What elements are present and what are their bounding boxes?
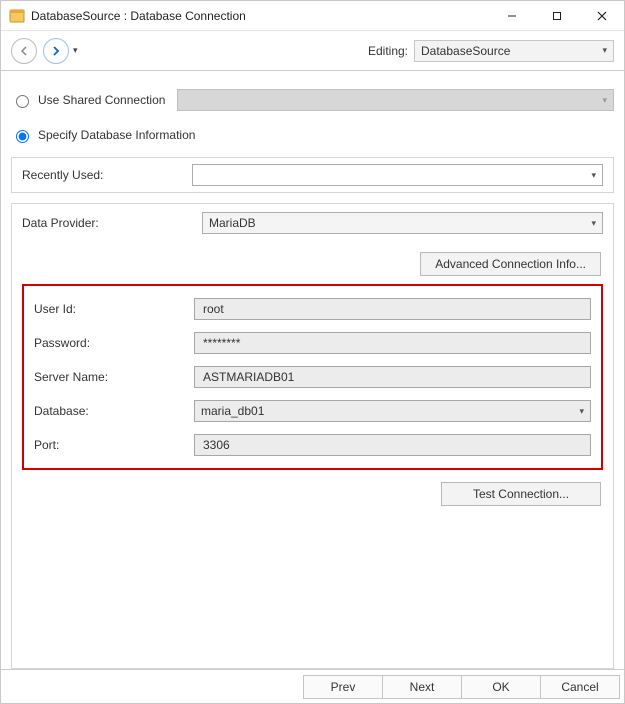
editing-combo[interactable]: DatabaseSource ▾	[414, 40, 614, 62]
shared-connection-row: Use Shared Connection ▾	[11, 89, 614, 111]
user-id-field[interactable]	[194, 298, 591, 320]
connection-fields-group: User Id: Password:	[22, 284, 603, 470]
specify-db-label: Specify Database Information	[38, 128, 195, 142]
database-combo[interactable]: maria_db01 ▾	[194, 400, 591, 422]
editing-value: DatabaseSource	[421, 44, 510, 58]
chevron-down-icon: ▾	[591, 170, 596, 181]
advanced-connection-info-button[interactable]: Advanced Connection Info...	[420, 252, 601, 276]
use-shared-connection-radio-input[interactable]	[16, 95, 29, 108]
maximize-button[interactable]	[534, 1, 579, 30]
port-input[interactable]	[201, 437, 584, 453]
database-value: maria_db01	[201, 404, 264, 418]
use-shared-connection-label: Use Shared Connection	[38, 93, 165, 107]
data-provider-section: Data Provider: MariaDB ▾ Advanced Connec…	[11, 203, 614, 669]
password-field[interactable]	[194, 332, 591, 354]
user-id-row: User Id:	[24, 292, 601, 326]
port-row: Port:	[24, 428, 601, 462]
minimize-button[interactable]	[489, 1, 534, 30]
specify-db-radio[interactable]: Specify Database Information	[11, 127, 195, 143]
recently-used-label: Recently Used:	[22, 168, 192, 182]
server-name-field[interactable]	[194, 366, 591, 388]
test-connection-button[interactable]: Test Connection...	[441, 482, 601, 506]
server-name-row: Server Name:	[24, 360, 601, 394]
titlebar: DatabaseSource : Database Connection	[1, 1, 624, 31]
specify-db-row: Specify Database Information	[11, 127, 614, 143]
dialog-window: DatabaseSource : Database Connection ▾ E…	[0, 0, 625, 704]
shared-connection-combo[interactable]: ▾	[177, 89, 614, 111]
database-label: Database:	[34, 404, 194, 418]
recently-used-combo[interactable]: ▾	[192, 164, 603, 186]
editing-wrap: Editing: DatabaseSource ▾	[368, 40, 614, 62]
next-button[interactable]: Next	[382, 675, 462, 699]
use-shared-connection-radio[interactable]: Use Shared Connection	[11, 92, 165, 108]
forward-button[interactable]	[43, 38, 69, 64]
prev-button[interactable]: Prev	[303, 675, 383, 699]
nav-bar: ▾ Editing: DatabaseSource ▾	[1, 31, 624, 71]
port-field[interactable]	[194, 434, 591, 456]
data-provider-label: Data Provider:	[22, 216, 202, 230]
app-icon	[9, 8, 25, 24]
password-input[interactable]	[201, 335, 584, 351]
ok-button[interactable]: OK	[461, 675, 541, 699]
port-label: Port:	[34, 438, 194, 452]
window-title: DatabaseSource : Database Connection	[31, 9, 489, 23]
recently-used-section: Recently Used: ▾	[11, 157, 614, 193]
chevron-down-icon: ▾	[579, 406, 584, 417]
chevron-down-icon: ▾	[591, 218, 596, 229]
data-provider-combo[interactable]: MariaDB ▾	[202, 212, 603, 234]
chevron-down-icon: ▾	[602, 95, 607, 106]
password-label: Password:	[34, 336, 194, 350]
close-button[interactable]	[579, 1, 624, 30]
server-name-label: Server Name:	[34, 370, 194, 384]
window-controls	[489, 1, 624, 30]
chevron-down-icon: ▾	[602, 45, 607, 56]
password-row: Password:	[24, 326, 601, 360]
editing-label: Editing:	[368, 44, 408, 58]
forward-dropdown-icon[interactable]: ▾	[73, 45, 78, 56]
dialog-body: Use Shared Connection ▾ Specify Database…	[1, 71, 624, 669]
data-provider-value: MariaDB	[209, 216, 256, 230]
dialog-footer: Prev Next OK Cancel	[1, 669, 624, 703]
user-id-input[interactable]	[201, 301, 584, 317]
back-button[interactable]	[11, 38, 37, 64]
specify-db-radio-input[interactable]	[16, 130, 29, 143]
user-id-label: User Id:	[34, 302, 194, 316]
cancel-button[interactable]: Cancel	[540, 675, 620, 699]
server-name-input[interactable]	[201, 369, 584, 385]
database-row: Database: maria_db01 ▾	[24, 394, 601, 428]
